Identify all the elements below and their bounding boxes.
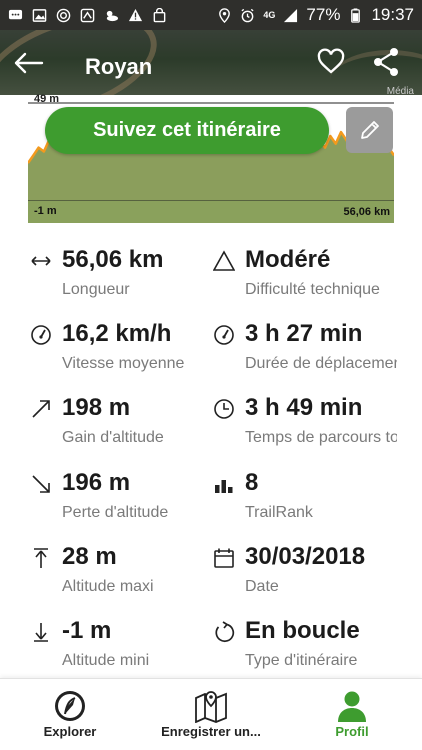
- page-title: Royan: [85, 54, 153, 79]
- chat-icon: [8, 8, 23, 23]
- calendar-icon: [213, 547, 235, 569]
- map-pin-icon: [194, 689, 228, 723]
- pencil-icon: [360, 121, 379, 139]
- map-credit: Média: [386, 86, 414, 95]
- nav-explore-label: Explorer: [43, 724, 97, 739]
- follow-trail-button[interactable]: Suivez cet itinéraire: [45, 107, 329, 154]
- battery-level: 77%: [306, 5, 341, 24]
- stat-value: 28 m: [62, 543, 117, 570]
- stat-value: 8: [245, 469, 259, 496]
- status-bar: 4G 77% 19:37: [0, 0, 422, 30]
- copyright-icon: [56, 8, 71, 23]
- nav-record[interactable]: Enregistrer un...: [141, 679, 281, 750]
- stat-moving-time: 3 h 27 min Durée de déplacement: [213, 314, 403, 376]
- network-type: 4G: [263, 9, 276, 20]
- map-header: Royan Média: [0, 30, 422, 95]
- arrow-left-icon: [14, 52, 44, 74]
- user-icon: [335, 689, 369, 723]
- stat-elevation-loss: 196 m Perte d'altitude: [30, 463, 220, 525]
- loop-icon: [213, 621, 235, 643]
- stat-min-altitude: -1 m Altitude mini: [30, 611, 220, 673]
- nav-profile[interactable]: Profil: [282, 679, 422, 750]
- distance-icon: [30, 250, 52, 272]
- total-distance-label: 56,06 km: [343, 206, 390, 218]
- elevation-loss-icon: [30, 473, 52, 495]
- min-altitude-label: -1 m: [34, 205, 57, 217]
- stat-difficulty: Modéré Difficulté technique: [213, 240, 403, 302]
- stat-value: 56,06 km: [62, 246, 164, 273]
- stat-value: 3 h 27 min: [245, 320, 363, 347]
- stat-value: 30/03/2018: [245, 543, 366, 570]
- back-button[interactable]: [14, 52, 44, 74]
- baseline-band: [28, 200, 394, 223]
- image-icon: [32, 8, 47, 23]
- nav-profile-label: Profil: [335, 724, 369, 739]
- stat-label: Longueur: [62, 281, 130, 298]
- stat-label: Date: [245, 578, 279, 595]
- share-icon: [374, 48, 398, 76]
- stat-label: Vitesse moyenne: [62, 355, 185, 372]
- nav-record-label: Enregistrer un...: [161, 724, 261, 739]
- stat-total-time: 3 h 49 min Temps de parcours total: [213, 388, 403, 450]
- bottom-navigation: Explorer Enregistrer un... Profil: [0, 678, 422, 750]
- share-button[interactable]: [372, 47, 400, 77]
- stat-value: En boucle: [245, 617, 360, 644]
- stat-value: 198 m: [62, 394, 131, 421]
- favorite-button[interactable]: [317, 48, 345, 76]
- stat-label: Difficulté technique: [245, 281, 380, 298]
- speed-icon: [30, 324, 52, 346]
- stat-elevation-gain: 198 m Gain d'altitude: [30, 388, 220, 450]
- max-altitude-label: 49 m: [34, 93, 60, 105]
- stat-date: 30/03/2018 Date: [213, 537, 403, 599]
- stat-value: 16,2 km/h: [62, 320, 172, 347]
- stat-avg-speed: 16,2 km/h Vitesse moyenne: [30, 314, 220, 376]
- stat-trailrank: 8 TrailRank: [213, 463, 403, 525]
- trailrank-icon: [213, 473, 235, 495]
- moving-time-icon: [213, 324, 235, 346]
- stat-value: -1 m: [62, 617, 112, 644]
- stat-label: Gain d'altitude: [62, 429, 164, 446]
- warning-icon: [128, 8, 143, 23]
- edit-button[interactable]: [346, 107, 393, 153]
- stat-label: Altitude maxi: [62, 578, 154, 595]
- heart-icon: [317, 48, 345, 74]
- location-icon: [217, 7, 232, 23]
- min-altitude-icon: [30, 621, 52, 643]
- system-status: 4G 77% 19:37: [217, 5, 414, 25]
- stat-value: Modéré: [245, 246, 331, 273]
- stat-value: 196 m: [62, 469, 131, 496]
- notification-icons: [8, 7, 167, 23]
- clock-icon: [213, 398, 235, 420]
- stat-label: Durée de déplacement: [245, 355, 397, 372]
- stat-length: 56,06 km Longueur: [30, 240, 220, 302]
- stat-label: Temps de parcours total: [245, 429, 397, 446]
- stat-label: Type d'itinéraire: [245, 652, 358, 669]
- signal-icon: [283, 8, 298, 23]
- stat-label: Perte d'altitude: [62, 504, 169, 521]
- elevation-gain-icon: [30, 398, 52, 420]
- clock: 19:37: [371, 5, 414, 24]
- battery-icon: [348, 7, 363, 23]
- stat-max-altitude: 28 m Altitude maxi: [30, 537, 220, 599]
- stat-label: TrailRank: [245, 504, 313, 521]
- compass-icon: [53, 689, 87, 723]
- alarm-icon: [240, 8, 255, 23]
- app-icon: [80, 8, 95, 23]
- shopping-icon: [152, 7, 167, 23]
- difficulty-icon: [213, 250, 235, 272]
- weather-icon: [104, 8, 119, 23]
- max-altitude-icon: [30, 547, 52, 569]
- nav-explore[interactable]: Explorer: [0, 679, 140, 750]
- stat-value: 3 h 49 min: [245, 394, 363, 421]
- stat-label: Altitude mini: [62, 652, 150, 669]
- stat-route-type: En boucle Type d'itinéraire: [213, 611, 403, 673]
